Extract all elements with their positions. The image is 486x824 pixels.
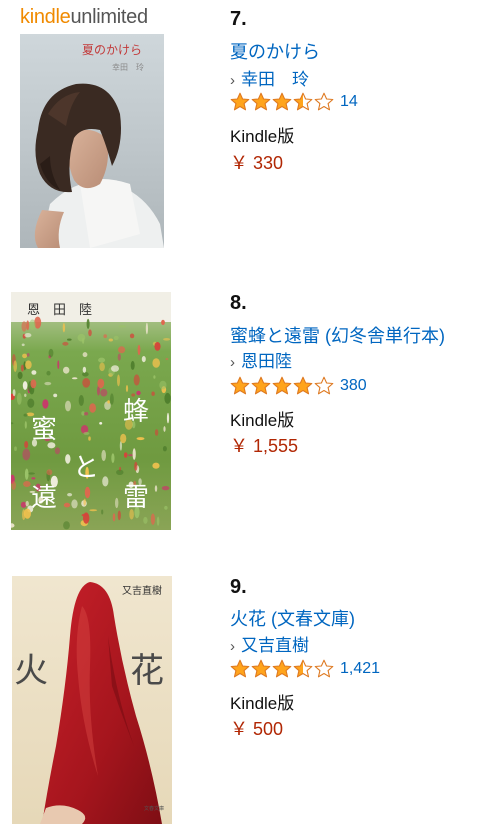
star-empty-icon <box>314 376 334 395</box>
cover-title-7: 夏のかけら <box>82 43 142 57</box>
star-half-icon <box>293 659 313 678</box>
book-title-link[interactable]: 蜜蜂と遠雷 (幻冬舎単行本) <box>230 322 445 348</box>
cover-char-4: 遠 <box>31 483 57 513</box>
rank-number: 8. <box>230 292 247 314</box>
cover-char-2: 蜂 <box>123 397 149 427</box>
book-cover-7[interactable]: 夏のかけら 幸田 玲 <box>20 34 164 248</box>
cover-author-9: 又吉直樹 <box>122 584 162 597</box>
author-link[interactable]: › 又吉直樹 <box>230 631 309 656</box>
cover-author-7: 幸田 玲 <box>112 62 144 72</box>
chevron-right-icon: › <box>230 72 235 89</box>
cover-char-1: 火 <box>14 651 48 691</box>
book-title-link[interactable]: 夏のかけら <box>230 38 320 64</box>
star-rating[interactable] <box>230 376 334 396</box>
star-full-icon <box>251 659 271 678</box>
star-full-icon <box>230 376 250 395</box>
cover-art-8: 恩 田 陸 蜜 蜂 と 遠 雷 <box>11 292 171 530</box>
author-link[interactable]: › 幸田 玲 <box>230 65 309 90</box>
format-label: Kindle版 <box>230 127 295 146</box>
price: ￥ 500 <box>230 719 284 739</box>
author-link[interactable]: › 恩田陸 <box>230 347 292 372</box>
cover-author-8: 恩 田 陸 <box>27 302 92 318</box>
rank-number: 7. <box>230 8 247 30</box>
book-cover-8[interactable]: 恩 田 陸 蜜 蜂 と 遠 雷 <box>11 292 171 530</box>
price: ￥ 1,555 <box>230 436 299 456</box>
chevron-right-icon: › <box>230 638 235 655</box>
chevron-right-icon: › <box>230 354 235 371</box>
author-name: 恩田陸 <box>241 352 292 371</box>
book-title-link[interactable]: 火花 (文春文庫) <box>230 605 355 631</box>
unlimited-logo-text: unlimited <box>70 6 148 28</box>
format-label: Kindle版 <box>230 694 295 713</box>
star-half-icon <box>293 92 313 111</box>
kindle-logo-text: kindle <box>20 6 71 28</box>
cover-char-1: 蜜 <box>31 415 57 445</box>
cover-publisher: 文春文庫 <box>144 805 164 812</box>
format-label: Kindle版 <box>230 411 295 430</box>
star-empty-icon <box>314 92 334 111</box>
review-count-link[interactable]: 14 <box>340 93 358 111</box>
author-name: 又吉直樹 <box>241 636 309 655</box>
price: ￥ 330 <box>230 153 284 173</box>
star-full-icon <box>230 659 250 678</box>
star-rating[interactable] <box>230 659 334 679</box>
rating-row: 380 <box>230 375 367 397</box>
star-full-icon <box>230 92 250 111</box>
rating-row: 1,421 <box>230 658 380 680</box>
author-name: 幸田 玲 <box>241 70 309 89</box>
cover-art-7: 夏のかけら 幸田 玲 <box>20 34 164 248</box>
star-full-icon <box>272 659 292 678</box>
kindle-unlimited-logo: kindleunlimited <box>20 6 148 29</box>
star-full-icon <box>272 376 292 395</box>
cover-char-3: と <box>73 453 99 483</box>
rank-number: 9. <box>230 576 247 598</box>
review-count-link[interactable]: 1,421 <box>340 660 380 678</box>
book-cover-9[interactable]: 又吉直樹 火 花 文春文庫 <box>12 576 172 824</box>
star-empty-icon <box>314 659 334 678</box>
star-full-icon <box>293 376 313 395</box>
rating-row: 14 <box>230 91 358 113</box>
star-rating[interactable] <box>230 92 334 112</box>
star-full-icon <box>272 92 292 111</box>
cover-char-5: 雷 <box>123 483 149 513</box>
cover-art-9: 又吉直樹 火 花 文春文庫 <box>12 576 172 824</box>
star-full-icon <box>251 376 271 395</box>
review-count-link[interactable]: 380 <box>340 377 367 395</box>
cover-char-2: 花 <box>130 651 164 691</box>
star-full-icon <box>251 92 271 111</box>
